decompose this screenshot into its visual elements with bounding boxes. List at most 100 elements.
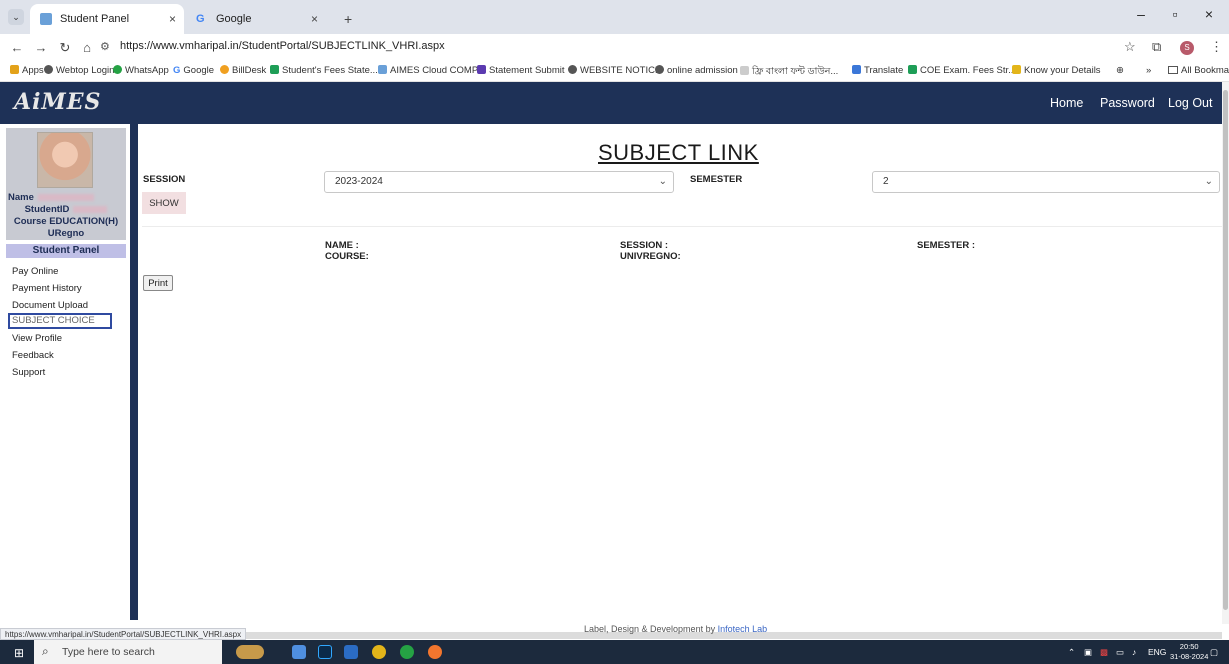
bookmark-item[interactable]: Know your Details (1012, 65, 1101, 76)
bookmark-item[interactable]: COE Exam. Fees Str... (908, 65, 1016, 76)
nav-password-link[interactable]: Password (1100, 96, 1155, 110)
sidebar-item-feedback[interactable]: Feedback (12, 350, 54, 361)
bookmark-item[interactable]: WhatsApp (113, 65, 169, 76)
windows-start-icon[interactable]: ⊞ (14, 646, 24, 660)
whatsapp-icon[interactable] (400, 645, 414, 659)
bookmark-item[interactable]: Student's Fees State... (270, 65, 378, 76)
browser-tab-bar: ⌄ Student Panel × G Google × + – ▫ × (0, 0, 1229, 34)
sidebar-item-document-upload[interactable]: Document Upload (12, 300, 88, 311)
url-field[interactable]: https://www.vmharipal.in/StudentPortal/S… (120, 40, 445, 52)
bookmarks-bar: Apps Webtop Login WhatsApp G Google BillD… (0, 62, 1229, 82)
all-bookmarks[interactable]: All Bookmarks (1168, 65, 1229, 76)
site-info-icon[interactable]: ⚙ (100, 40, 110, 53)
nav-home-link[interactable]: Home (1050, 96, 1083, 110)
nav-logout-link[interactable]: Log Out (1168, 96, 1212, 110)
sidebar-item-view-profile[interactable]: View Profile (12, 333, 62, 344)
more-menu-icon[interactable]: ⋮ (1210, 39, 1223, 55)
session-value: 2023-2024 (335, 176, 383, 187)
footer-link[interactable]: Infotech Lab (718, 624, 768, 634)
bookmark-apps[interactable]: Apps (10, 65, 44, 76)
apps-grid-icon (10, 65, 19, 74)
language-indicator[interactable]: ENG (1148, 647, 1166, 657)
translate-icon (852, 65, 861, 74)
taskbar-clock[interactable]: 20:50 31-08-2024 (1170, 642, 1208, 662)
tab-close-icon[interactable]: × (169, 4, 176, 34)
show-button[interactable]: SHOW (142, 192, 186, 214)
forward-arrow-icon[interactable]: → (32, 39, 50, 57)
sidebar-item-subject-choice[interactable]: SUBJECT CHOICE (8, 313, 112, 329)
close-window-button[interactable]: × (1194, 6, 1224, 22)
chevron-down-icon: ⌄ (658, 176, 667, 187)
key-icon (1012, 65, 1021, 74)
site-header: AiMES Home Password Log Out (0, 82, 1222, 124)
bookmark-item[interactable]: G Google (173, 65, 214, 76)
bookmark-item[interactable]: AIMES Cloud COMP... (378, 65, 485, 76)
sidebar-divider (130, 124, 138, 620)
tab-close-icon[interactable]: × (311, 4, 318, 34)
reload-icon[interactable]: ↻ (56, 39, 74, 57)
site-favicon-icon (378, 65, 387, 74)
whatsapp-icon (113, 65, 122, 74)
bookmark-item[interactable]: ফ্রি বাংলা ফন্ট ডাউন... (740, 65, 838, 80)
bookmark-item[interactable]: Statement Submit (477, 65, 565, 76)
bookmark-item[interactable]: online admission (655, 65, 738, 76)
back-arrow-icon[interactable]: ← (8, 39, 26, 57)
sidebar: Name StudentID Course EDUCATION(H) URegn… (6, 128, 130, 618)
profile-name-row: Name (6, 192, 126, 203)
page-title: SUBJECT LINK (598, 140, 759, 165)
sidebar-item-pay-online[interactable]: Pay Online (12, 266, 58, 277)
session-label: SESSION (143, 174, 186, 185)
redacted-studentid (73, 205, 108, 213)
chrome-icon[interactable] (372, 645, 386, 659)
tray-antivirus-icon[interactable]: ▩ (1100, 647, 1108, 658)
new-tab-button[interactable]: + (344, 4, 352, 34)
google-favicon-icon: G (196, 13, 205, 25)
print-button[interactable]: Print (143, 275, 173, 291)
notification-icon[interactable]: ▢ (1210, 647, 1218, 658)
globe-icon[interactable]: ⊕ (1116, 65, 1124, 76)
globe-icon (655, 65, 664, 74)
sidebar-item-payment-history[interactable]: Payment History (12, 283, 82, 294)
site-logo[interactable]: AiMES (14, 89, 101, 115)
site-favicon-icon (40, 13, 52, 25)
bookmarks-overflow-icon[interactable]: » (1146, 65, 1151, 76)
tab-student-panel[interactable]: Student Panel × (30, 4, 184, 34)
firefox-icon[interactable] (428, 645, 442, 659)
google-icon: G (173, 65, 181, 76)
tab-search-icon[interactable]: ⌄ (8, 9, 24, 25)
tab-google[interactable]: G Google × (186, 4, 326, 34)
bookmark-item[interactable]: Translate (852, 65, 903, 76)
home-icon[interactable]: ⌂ (78, 39, 96, 57)
bookmark-item[interactable]: BillDesk (220, 65, 266, 76)
maximize-button[interactable]: ▫ (1160, 6, 1190, 22)
photoshop-icon[interactable] (318, 645, 332, 659)
student-photo (37, 132, 93, 188)
billdesk-icon (220, 65, 229, 74)
scrollbar-thumb[interactable] (1223, 90, 1228, 610)
tray-device-icon[interactable]: ▣ (1084, 647, 1092, 658)
taskbar-search[interactable]: ⌕ Type here to search (34, 640, 222, 664)
info-session: SESSION : (620, 240, 669, 251)
cortana-doodle-icon[interactable] (236, 645, 264, 659)
student-panel-heading: Student Panel (6, 244, 126, 258)
profile-course-row: Course EDUCATION(H) (13, 216, 119, 227)
sidebar-item-support[interactable]: Support (12, 367, 45, 378)
bookmark-item[interactable]: WEBSITE NOTICE (568, 65, 661, 76)
info-name: NAME : (325, 240, 359, 251)
globe-icon (568, 65, 577, 74)
session-select[interactable]: 2023-2024 ⌄ (324, 171, 674, 193)
extensions-icon[interactable]: ⧉ (1152, 39, 1161, 55)
tray-chevron-icon[interactable]: ⌃ (1068, 647, 1075, 658)
sheets-icon (270, 65, 279, 74)
file-explorer-icon[interactable] (292, 645, 306, 659)
bookmark-item[interactable]: Webtop Login (44, 65, 114, 76)
star-bookmark-icon[interactable]: ☆ (1124, 39, 1136, 55)
network-icon[interactable]: ▭ (1116, 647, 1124, 658)
calculator-icon[interactable] (344, 645, 358, 659)
minimize-button[interactable]: – (1126, 6, 1156, 22)
info-univregno: UNIVREGNO: (620, 251, 681, 262)
semester-select[interactable]: 2 ⌄ (872, 171, 1220, 193)
profile-card: Name StudentID Course EDUCATION(H) URegn… (6, 128, 126, 240)
volume-icon[interactable]: ♪ (1132, 647, 1136, 657)
profile-avatar[interactable]: S (1180, 41, 1194, 55)
